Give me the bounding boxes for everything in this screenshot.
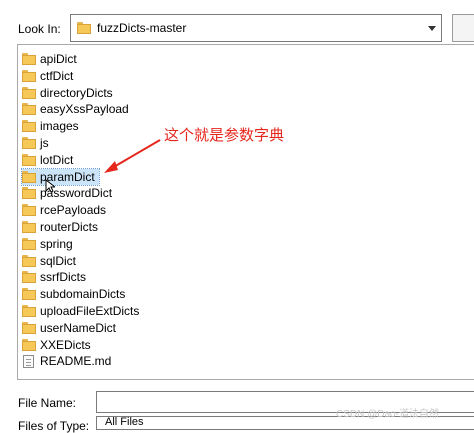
list-item-folder[interactable]: apiDict [22,51,81,67]
list-item-folder[interactable]: sqlDict [22,253,80,269]
list-item-label: ctfDict [40,68,74,83]
list-item-label: routerDicts [40,220,99,234]
list-item-label: easyXssPayload [40,102,129,117]
look-in-combo[interactable]: fuzzDicts-master [70,14,442,42]
list-item-label: XXEDicts [40,337,91,352]
watermark: CSDN @Dao-道法自然 [336,409,439,420]
list-item-folder-selected[interactable]: paramDict [21,167,100,186]
folder-icon [22,305,36,317]
folder-icon [22,170,36,183]
list-item-folder[interactable]: passwordDict [22,185,116,201]
list-item-label: js [40,136,49,150]
list-item-folder[interactable]: images [22,118,83,134]
list-item-folder[interactable]: easyXssPayload [22,101,133,117]
file-chooser-dialog: Look In: fuzzDicts-master apiDict ctfDic… [0,0,474,433]
folder-icon [22,321,36,334]
up-folder-button[interactable] [452,14,474,42]
folder-icon [77,22,91,34]
file-name-label: File Name: [18,396,77,410]
list-item-label: subdomainDicts [40,287,126,302]
look-in-value: fuzzDicts-master [97,21,187,35]
list-item-folder[interactable]: rcePayloads [22,202,110,218]
list-item-label: passwordDict [40,186,113,201]
folder-icon [22,120,36,133]
folder-icon [22,153,36,166]
list-item-folder[interactable]: ctfDict [22,68,77,84]
list-item-label: ssrfDicts [40,270,86,285]
list-item-label: images [40,119,79,134]
chevron-down-icon[interactable] [423,15,441,41]
list-item-folder[interactable]: ssrfDicts [22,269,90,285]
list-item-label: lotDict [40,152,74,167]
folder-icon [22,103,36,116]
list-item-label: README.md [40,354,112,369]
folder-icon [22,187,36,200]
list-item-label: uploadFileExtDicts [40,304,140,318]
list-item-label: sqlDict [40,253,77,268]
folder-icon [22,254,36,267]
file-icon [23,354,34,368]
list-item-folder[interactable]: userNameDict [22,320,120,336]
file-list[interactable]: apiDict ctfDict directoryDicts easyXssPa… [17,44,474,380]
folder-icon [22,338,36,351]
list-item-folder[interactable]: subdomainDicts [22,286,129,302]
folder-icon [22,271,36,284]
list-item-folder[interactable]: uploadFileExtDicts [22,303,143,319]
list-item-label: paramDict [40,169,95,184]
folder-icon [22,221,36,233]
folder-icon [22,237,36,250]
list-item-label: spring [40,236,73,251]
folder-icon [22,86,36,99]
list-item-folder[interactable]: directoryDicts [22,85,117,101]
folder-icon [22,204,36,217]
annotation-text: 这个就是参数字典 [164,126,285,144]
list-item-folder[interactable]: routerDicts [22,219,102,235]
folder-icon [22,137,36,149]
list-item-label: apiDict [40,52,77,66]
file-type-label: Files of Type: [18,419,90,433]
list-item-file[interactable]: README.md [22,353,115,369]
list-item-label: directoryDicts [40,85,113,100]
list-item-folder[interactable]: lotDict [22,152,77,168]
folder-icon [22,288,36,301]
list-item-folder[interactable]: XXEDicts [22,337,95,353]
list-item-folder[interactable]: js [22,135,53,151]
list-item-label: userNameDict [40,320,117,335]
folder-icon [22,69,36,82]
list-item-label: rcePayloads [40,203,107,218]
look-in-label: Look In: [18,22,61,36]
list-item-folder[interactable]: spring [22,236,77,252]
folder-icon [22,53,36,65]
